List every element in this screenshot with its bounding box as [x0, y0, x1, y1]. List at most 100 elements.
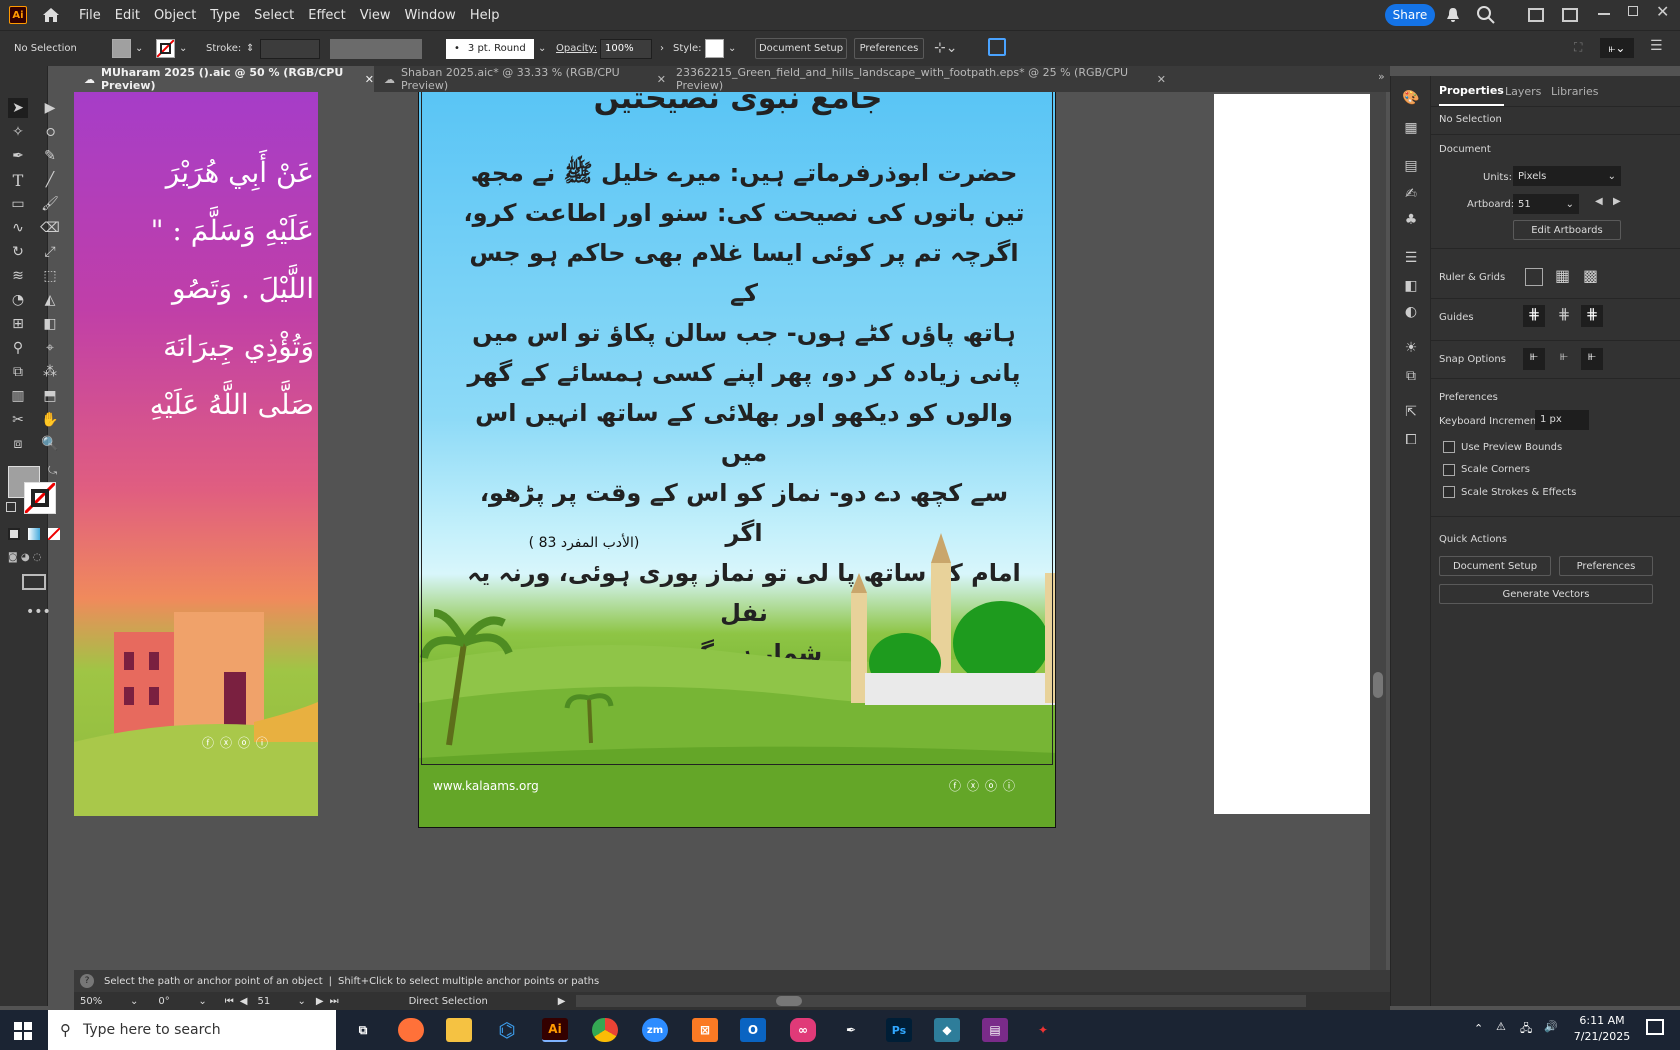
menu-view[interactable]: View	[360, 8, 391, 23]
taskbar-search-box[interactable]: ⚲ Type here to search	[48, 1010, 336, 1050]
snap-pixel-icon[interactable]: ⫦	[1553, 348, 1575, 370]
rulers-icon[interactable]	[1525, 268, 1543, 286]
units-dropdown[interactable]: Pixels ⌄	[1513, 166, 1621, 186]
creative-cloud-icon[interactable]: ∞	[790, 1018, 816, 1042]
libraries-icon[interactable]: ▤	[1401, 156, 1421, 176]
snap-point-icon[interactable]: ⫦	[1523, 348, 1545, 370]
menu-edit[interactable]: Edit	[115, 8, 140, 23]
generate-vectors-button[interactable]: Generate Vectors	[1439, 584, 1653, 604]
vertical-scrollbar[interactable]	[1370, 92, 1386, 984]
artboard-right[interactable]	[1214, 94, 1370, 814]
keyboard-increment-input[interactable]: 1 px	[1535, 410, 1589, 430]
winrar-icon[interactable]: ▤	[982, 1018, 1008, 1042]
windows-start-icon[interactable]	[14, 1022, 32, 1040]
scroll-thumb[interactable]	[1373, 672, 1383, 698]
pen-app-icon[interactable]: ✒	[838, 1018, 864, 1042]
swatches-icon[interactable]: ▦	[1401, 118, 1421, 138]
menu-help[interactable]: Help	[470, 8, 500, 23]
last-artboard-icon[interactable]: ⏭	[330, 996, 339, 1007]
transform-icon[interactable]: ⊹⌄	[934, 40, 957, 56]
arrange-docs-icon[interactable]	[1562, 8, 1578, 22]
prev-artboard-icon[interactable]: ◀	[1595, 196, 1603, 207]
artboard-number-field[interactable]: 51	[257, 996, 297, 1007]
transparency-icon[interactable]: ◐	[1401, 302, 1421, 322]
print-tiling-icon[interactable]: ⧈	[8, 434, 28, 454]
rotate-tool-icon[interactable]: ↻	[8, 242, 28, 262]
tab-muharam[interactable]: ☁ MUharam 2025 ().aic @ 50 % (RGB/CPU Pre…	[74, 66, 374, 92]
first-artboard-icon[interactable]: ⏮	[225, 996, 234, 1007]
tab-overflow-icon[interactable]: »	[1378, 70, 1385, 83]
tab-shaban[interactable]: ☁ Shaban 2025.aic* @ 33.33 % (RGB/CPU Pre…	[374, 66, 666, 92]
chevron-down-icon[interactable]: ⌄	[130, 996, 138, 1007]
measure-icon[interactable]: ⌖	[40, 338, 60, 358]
line-tool-icon[interactable]: ╱	[40, 170, 60, 190]
export-icon[interactable]: ⇱	[1401, 402, 1421, 422]
chevron-right-icon[interactable]: ›	[660, 43, 664, 54]
scroll-thumb[interactable]	[775, 996, 802, 1006]
screen-mode-icon[interactable]	[22, 574, 46, 590]
more-tools-icon[interactable]: •••	[26, 604, 51, 620]
brush-dropdown[interactable]: • 3 pt. Round	[446, 38, 534, 59]
align-icon[interactable]: ⛶	[1574, 40, 1582, 55]
network-icon[interactable]: 🖧	[1520, 1020, 1532, 1039]
opacity-label[interactable]: Opacity:	[556, 38, 597, 59]
file-explorer-icon[interactable]	[446, 1018, 472, 1042]
close-icon[interactable]: ✕	[1656, 2, 1669, 21]
photoshop-icon[interactable]: Ps	[886, 1018, 912, 1042]
quick-preferences-button[interactable]: Preferences	[1559, 556, 1653, 576]
chevron-down-icon[interactable]: ⌄	[198, 996, 206, 1007]
workspace-icon[interactable]	[1528, 8, 1544, 22]
selection-tool-icon[interactable]: ➤	[8, 98, 28, 118]
artboard-dropdown[interactable]: 51 ⌄	[1513, 194, 1579, 214]
panel-menu-icon[interactable]: ☰	[1650, 38, 1663, 54]
menu-file[interactable]: File	[79, 8, 101, 23]
type-tool-icon[interactable]: T	[8, 170, 28, 190]
artboards-icon[interactable]: ⧠	[1401, 430, 1421, 450]
transparency-grid-icon[interactable]: ▩	[1583, 268, 1601, 286]
tab-layers[interactable]: Layers	[1505, 76, 1541, 106]
xampp-icon[interactable]: ⊠	[692, 1018, 718, 1042]
symbol-sprayer-icon[interactable]: ⁂	[40, 362, 60, 382]
search-icon[interactable]	[1476, 5, 1496, 25]
gradient-mode-icon[interactable]	[28, 528, 40, 540]
next-artboard-icon[interactable]: ▶	[1613, 196, 1621, 207]
minimize-icon[interactable]	[1598, 13, 1610, 15]
curvature-tool-icon[interactable]: ✎	[40, 146, 60, 166]
app-swirl-icon[interactable]: ✦	[1030, 1018, 1056, 1042]
bell-icon[interactable]	[1444, 6, 1462, 24]
tab-close-icon[interactable]: ✕	[365, 73, 374, 86]
draw-mode-icon[interactable]: ◙ ◕ ◌	[8, 552, 66, 566]
task-view-icon[interactable]: ⧉	[350, 1018, 376, 1042]
chevron-down-icon[interactable]: ⌄	[297, 996, 305, 1007]
stroke-swatch[interactable]	[156, 39, 175, 58]
chevron-down-icon[interactable]: ⌄	[135, 43, 143, 54]
scale-strokes-checkbox[interactable]	[1443, 486, 1455, 498]
tab-libraries[interactable]: Libraries	[1551, 76, 1599, 106]
illustrator-taskbar-icon[interactable]: Ai	[542, 1018, 568, 1042]
brushes-icon[interactable]: ✍	[1401, 184, 1421, 204]
smart-guides-icon[interactable]: ⋕	[1581, 305, 1603, 327]
color-panel-icon[interactable]: 🎨	[1401, 88, 1421, 108]
menu-effect[interactable]: Effect	[308, 8, 345, 23]
snap-glyph-icon[interactable]: ⫦	[1581, 348, 1603, 370]
artboard-main[interactable]: جامع نبوی نصیحتیں حضرت ابوذرفرماتے ہیں: …	[418, 92, 1056, 828]
fill-swatch[interactable]	[112, 39, 131, 58]
rotation-field[interactable]: 0°	[158, 996, 198, 1007]
color-mode-icon[interactable]	[8, 528, 20, 540]
menu-window[interactable]: Window	[405, 8, 456, 23]
style-swatch[interactable]	[705, 39, 724, 58]
eyedropper-icon[interactable]: ⚲	[8, 338, 28, 358]
status-menu-icon[interactable]: ▶	[558, 996, 566, 1007]
vscode-icon[interactable]: ⌬	[494, 1018, 520, 1042]
tab-close-icon[interactable]: ✕	[657, 73, 666, 86]
tray-icon-1[interactable]: ⚠	[1496, 1020, 1506, 1033]
stepper-icon[interactable]: ⇕	[246, 43, 254, 54]
use-preview-bounds-checkbox[interactable]	[1443, 441, 1455, 453]
variable-width-profile[interactable]	[330, 38, 422, 59]
recolor-icon[interactable]	[988, 38, 1006, 56]
app-diamond-icon[interactable]: ◆	[934, 1018, 960, 1042]
direct-selection-tool-icon[interactable]: ▶	[40, 98, 60, 118]
preferences-button[interactable]: Preferences	[854, 38, 924, 59]
lasso-icon[interactable]: ഠ	[40, 122, 60, 142]
opacity-input[interactable]: 100%	[600, 38, 652, 59]
